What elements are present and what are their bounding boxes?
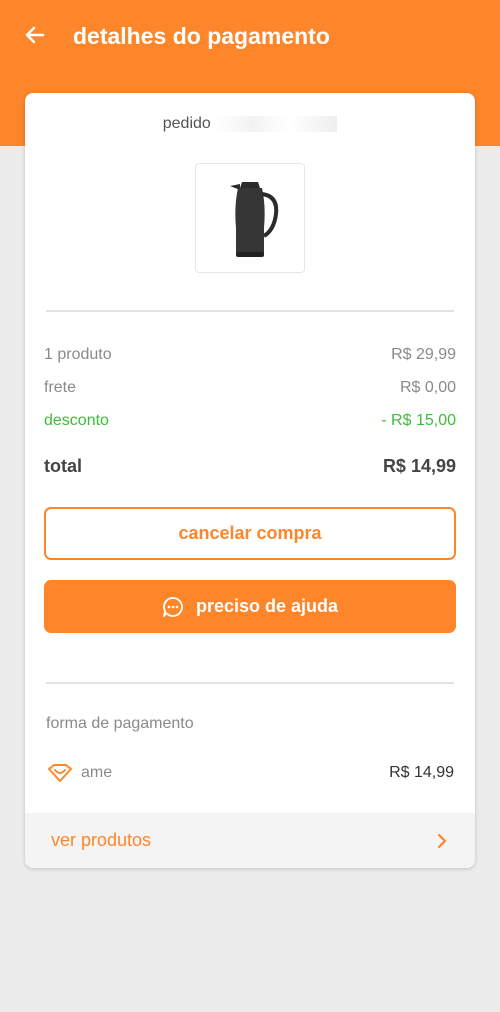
total-value: R$ 14,99	[382, 455, 456, 476]
products-label: 1 produto	[44, 346, 112, 363]
shipping-row: frete R$ 0,00	[44, 376, 456, 400]
thermos-jug-image	[230, 182, 279, 257]
view-products-label: ver produtos	[51, 830, 152, 850]
order-number-redacted	[217, 115, 338, 132]
payment-method-amount: R$ 14,99	[389, 764, 454, 781]
divider	[46, 310, 454, 312]
help-button[interactable]: preciso de ajuda	[44, 580, 456, 633]
total-label: total	[44, 455, 82, 476]
page-title: detalhes do pagamento	[73, 23, 330, 49]
discount-label: desconto	[44, 412, 109, 429]
products-row: 1 produto R$ 29,99	[44, 343, 456, 367]
divider	[46, 682, 454, 684]
shipping-value: R$ 0,00	[399, 379, 456, 396]
discount-value: - R$ 15,00	[381, 412, 456, 429]
order-number: pedido	[25, 115, 475, 137]
payment-method-name: ame	[81, 764, 113, 781]
payment-method-row: ame R$ 14,99	[47, 760, 454, 786]
chevron-right-icon	[437, 833, 447, 848]
payment-section-label: forma de pagamento	[46, 715, 194, 732]
back-button[interactable]	[20, 20, 50, 50]
arrow-left-icon	[25, 26, 45, 44]
order-label: pedido	[162, 115, 211, 132]
ame-heart-icon	[47, 763, 73, 783]
payment-details-card: pedido 1 produto R$ 29,99 frete R$ 0,00 …	[25, 93, 475, 868]
product-thumbnail[interactable]	[195, 163, 305, 273]
help-button-label: preciso de ajuda	[195, 596, 339, 616]
chat-bubble-icon	[162, 596, 184, 618]
discount-row: desconto - R$ 15,00	[44, 409, 456, 433]
shipping-label: frete	[44, 379, 77, 396]
total-row: total R$ 14,99	[44, 454, 456, 478]
cancel-purchase-button[interactable]: cancelar compra	[44, 507, 456, 560]
products-value: R$ 29,99	[391, 346, 456, 363]
view-products-link[interactable]: ver produtos	[25, 813, 475, 868]
